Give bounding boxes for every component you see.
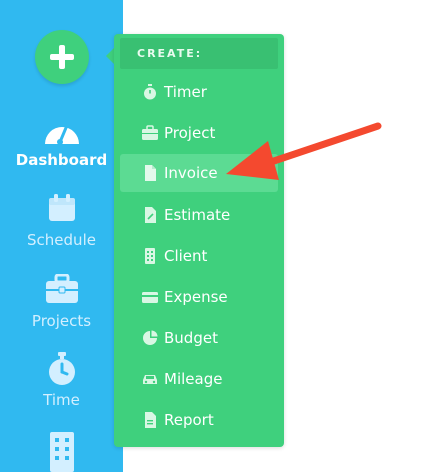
menu-item-label: Mileage	[164, 370, 223, 388]
menu-item-label: Client	[164, 247, 208, 265]
menu-item-label: Budget	[164, 329, 218, 347]
car-icon	[143, 375, 157, 384]
menu-item-label: Expense	[164, 288, 228, 306]
building-icon	[145, 248, 155, 264]
create-menu-item-mileage[interactable]: Mileage	[120, 360, 278, 398]
menu-pointer	[106, 48, 114, 64]
create-menu-item-estimate[interactable]: Estimate	[120, 196, 278, 234]
create-menu-item-timer[interactable]: Timer	[120, 73, 278, 111]
briefcase-icon	[142, 125, 158, 140]
sidebar-item-label: Dashboard	[15, 151, 108, 169]
estimate-document-icon	[145, 207, 156, 223]
building-icon	[49, 432, 74, 472]
plus-icon	[50, 45, 74, 69]
credit-card-icon	[142, 292, 158, 303]
pie-chart-icon	[143, 330, 158, 345]
document-icon	[145, 165, 156, 181]
sidebar-item-label: Projects	[31, 312, 92, 330]
create-menu-item-client[interactable]: Client	[120, 237, 278, 275]
create-menu-header: CREATE:	[120, 38, 278, 69]
gauge-icon	[44, 121, 79, 145]
calendar-icon	[48, 194, 75, 221]
create-menu-item-invoice[interactable]: Invoice	[120, 154, 278, 192]
stopwatch-icon	[48, 352, 75, 385]
menu-item-label: Report	[164, 411, 214, 429]
create-menu-item-budget[interactable]: Budget	[120, 319, 278, 357]
menu-item-label: Invoice	[164, 164, 218, 182]
create-menu: CREATE: Timer Project Invoice Estimate C…	[114, 34, 284, 447]
create-button[interactable]	[35, 30, 89, 84]
create-menu-item-report[interactable]: Report	[120, 401, 278, 439]
briefcase-icon	[45, 274, 78, 303]
menu-item-label: Project	[164, 124, 216, 142]
sidebar: Dashboard Schedule Projects Time	[0, 0, 123, 472]
sidebar-item-label: Time	[43, 391, 80, 409]
report-document-icon	[145, 412, 156, 428]
stopwatch-icon	[144, 84, 156, 100]
menu-item-label: Timer	[164, 83, 207, 101]
create-menu-header-label: CREATE:	[137, 47, 203, 60]
menu-item-label: Estimate	[164, 206, 231, 224]
create-menu-item-project[interactable]: Project	[120, 114, 278, 152]
create-menu-item-expense[interactable]: Expense	[120, 278, 278, 316]
sidebar-item-label: Schedule	[27, 231, 96, 249]
